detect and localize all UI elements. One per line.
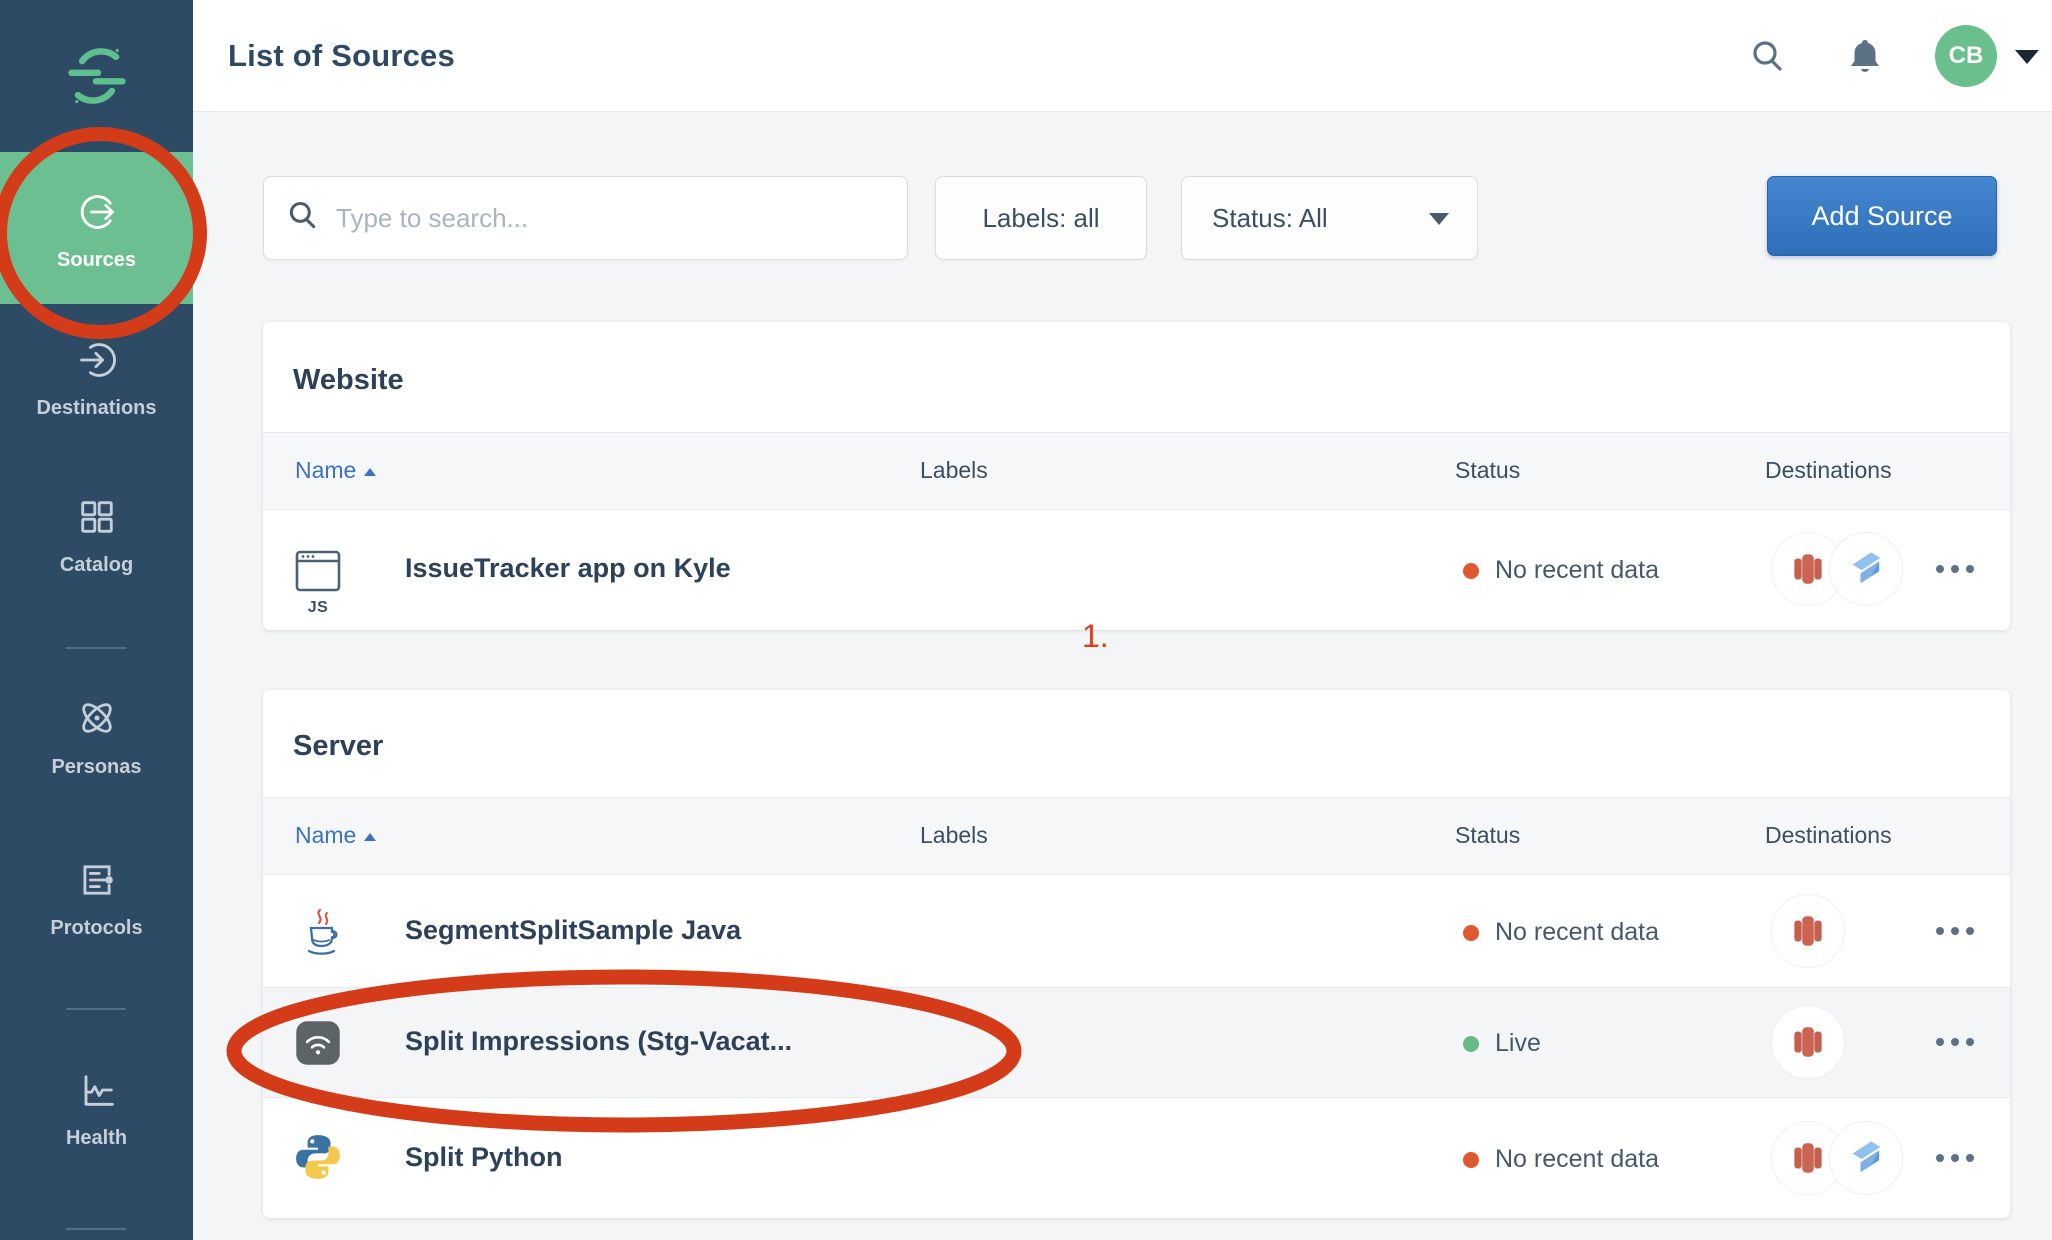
column-header-name[interactable]: Name <box>295 822 376 849</box>
status-text: No recent data <box>1495 556 1659 585</box>
sidebar-item-label: Catalog <box>0 554 193 577</box>
row-actions-button[interactable] <box>1925 554 1985 584</box>
avatar[interactable]: CB <box>1935 25 1997 87</box>
source-name[interactable]: Split Impressions (Stg-Vacat... <box>405 1026 792 1057</box>
search-input[interactable] <box>336 203 856 234</box>
status-dot <box>1463 1036 1479 1052</box>
labels-filter-button[interactable]: Labels: all <box>935 176 1147 260</box>
sidebar-item-label: Sources <box>0 249 193 272</box>
destinations-icon <box>75 369 119 386</box>
column-header-destinations: Destinations <box>1765 457 1892 484</box>
status-cell: No recent data <box>1463 556 1659 585</box>
page-title: List of Sources <box>228 38 455 74</box>
source-row-split-impressions[interactable]: Split Impressions (Stg-Vacat... Live <box>263 987 2010 1097</box>
destinations-cell <box>1771 532 1903 606</box>
sidebar-divider <box>66 1228 126 1230</box>
python-source-icon <box>293 1132 343 1187</box>
row-actions-button[interactable] <box>1925 1143 1985 1173</box>
notifications-bell-icon[interactable] <box>1845 36 1885 83</box>
status-dot <box>1463 925 1479 941</box>
java-source-icon <box>299 907 345 962</box>
catalog-icon <box>75 526 119 543</box>
status-text: No recent data <box>1495 1145 1659 1174</box>
destination-redshift-icon[interactable] <box>1771 1005 1845 1079</box>
status-filter-dropdown[interactable]: Status: All <box>1181 176 1478 260</box>
search-icon[interactable] <box>1749 38 1787 81</box>
source-row-issuetracker[interactable]: JS IssueTracker app on Kyle No recent da… <box>263 510 2010 630</box>
top-bar: List of Sources CB <box>193 0 2052 112</box>
sidebar-item-label: Health <box>0 1127 193 1150</box>
account-caret-down-icon[interactable] <box>2015 50 2039 64</box>
server-section-card: Server Name Labels Status Destinations S… <box>263 690 2010 1218</box>
personas-icon <box>74 728 120 745</box>
row-actions-button[interactable] <box>1925 916 1985 946</box>
table-header: Name Labels Status Destinations <box>263 432 2010 510</box>
destination-blue-s-icon[interactable] <box>1829 1121 1903 1195</box>
source-row-split-python[interactable]: Split Python No recent data <box>263 1097 2010 1218</box>
health-icon <box>75 1099 119 1116</box>
table-header: Name Labels Status Destinations <box>263 797 2010 875</box>
javascript-source-icon: JS <box>293 583 343 600</box>
sidebar-item-label: Personas <box>0 756 193 779</box>
add-source-button[interactable]: Add Source <box>1767 176 1997 256</box>
row-actions-button[interactable] <box>1925 1027 1985 1057</box>
sources-icon <box>75 221 119 238</box>
status-cell: No recent data <box>1463 918 1659 947</box>
destination-blue-s-icon[interactable] <box>1829 532 1903 606</box>
chevron-down-icon <box>1429 213 1449 225</box>
protocols-icon <box>75 889 119 906</box>
sidebar: Sources Destinations Catalog <box>0 0 193 1240</box>
column-header-labels: Labels <box>920 822 988 849</box>
sidebar-item-protocols[interactable]: Protocols <box>0 858 193 940</box>
destinations-cell <box>1771 1121 1903 1195</box>
sidebar-item-label: Destinations <box>0 397 193 420</box>
sort-asc-icon <box>364 833 376 841</box>
status-dot <box>1463 563 1479 579</box>
status-dot <box>1463 1152 1479 1168</box>
sidebar-item-personas[interactable]: Personas <box>0 695 193 779</box>
status-cell: No recent data <box>1463 1145 1659 1174</box>
annotation-step-label: 1. <box>1082 618 1109 655</box>
sidebar-item-label: Protocols <box>0 917 193 940</box>
sidebar-item-destinations[interactable]: Destinations <box>0 338 193 420</box>
status-filter-label: Status: All <box>1212 203 1328 234</box>
sort-asc-icon <box>364 468 376 476</box>
source-row-java[interactable]: SegmentSplitSample Java No recent data <box>263 877 2010 987</box>
source-name[interactable]: Split Python <box>405 1142 563 1173</box>
section-title: Server <box>293 730 383 763</box>
column-header-status: Status <box>1455 822 1520 849</box>
search-icon <box>286 199 320 238</box>
column-header-destinations: Destinations <box>1765 822 1892 849</box>
status-cell: Live <box>1463 1029 1541 1058</box>
sidebar-item-catalog[interactable]: Catalog <box>0 495 193 577</box>
column-header-labels: Labels <box>920 457 988 484</box>
destinations-cell <box>1771 894 1845 968</box>
destination-redshift-icon[interactable] <box>1771 894 1845 968</box>
status-text: No recent data <box>1495 918 1659 947</box>
status-text: Live <box>1495 1029 1541 1058</box>
http-api-source-icon <box>293 1018 343 1073</box>
sidebar-item-sources[interactable]: Sources <box>0 152 193 304</box>
sidebar-divider <box>66 1008 126 1010</box>
source-search-box <box>263 176 908 260</box>
section-title: Website <box>293 364 404 397</box>
destinations-cell <box>1771 1005 1845 1079</box>
column-header-name[interactable]: Name <box>295 457 376 484</box>
column-header-status: Status <box>1455 457 1520 484</box>
website-section-card: Website Name Labels Status Destinations … <box>263 322 2010 630</box>
sidebar-item-health[interactable]: Health <box>0 1068 193 1150</box>
source-name[interactable]: SegmentSplitSample Java <box>405 915 741 946</box>
segment-logo[interactable] <box>0 42 193 110</box>
source-name[interactable]: IssueTracker app on Kyle <box>405 553 731 584</box>
sidebar-divider <box>66 647 126 649</box>
